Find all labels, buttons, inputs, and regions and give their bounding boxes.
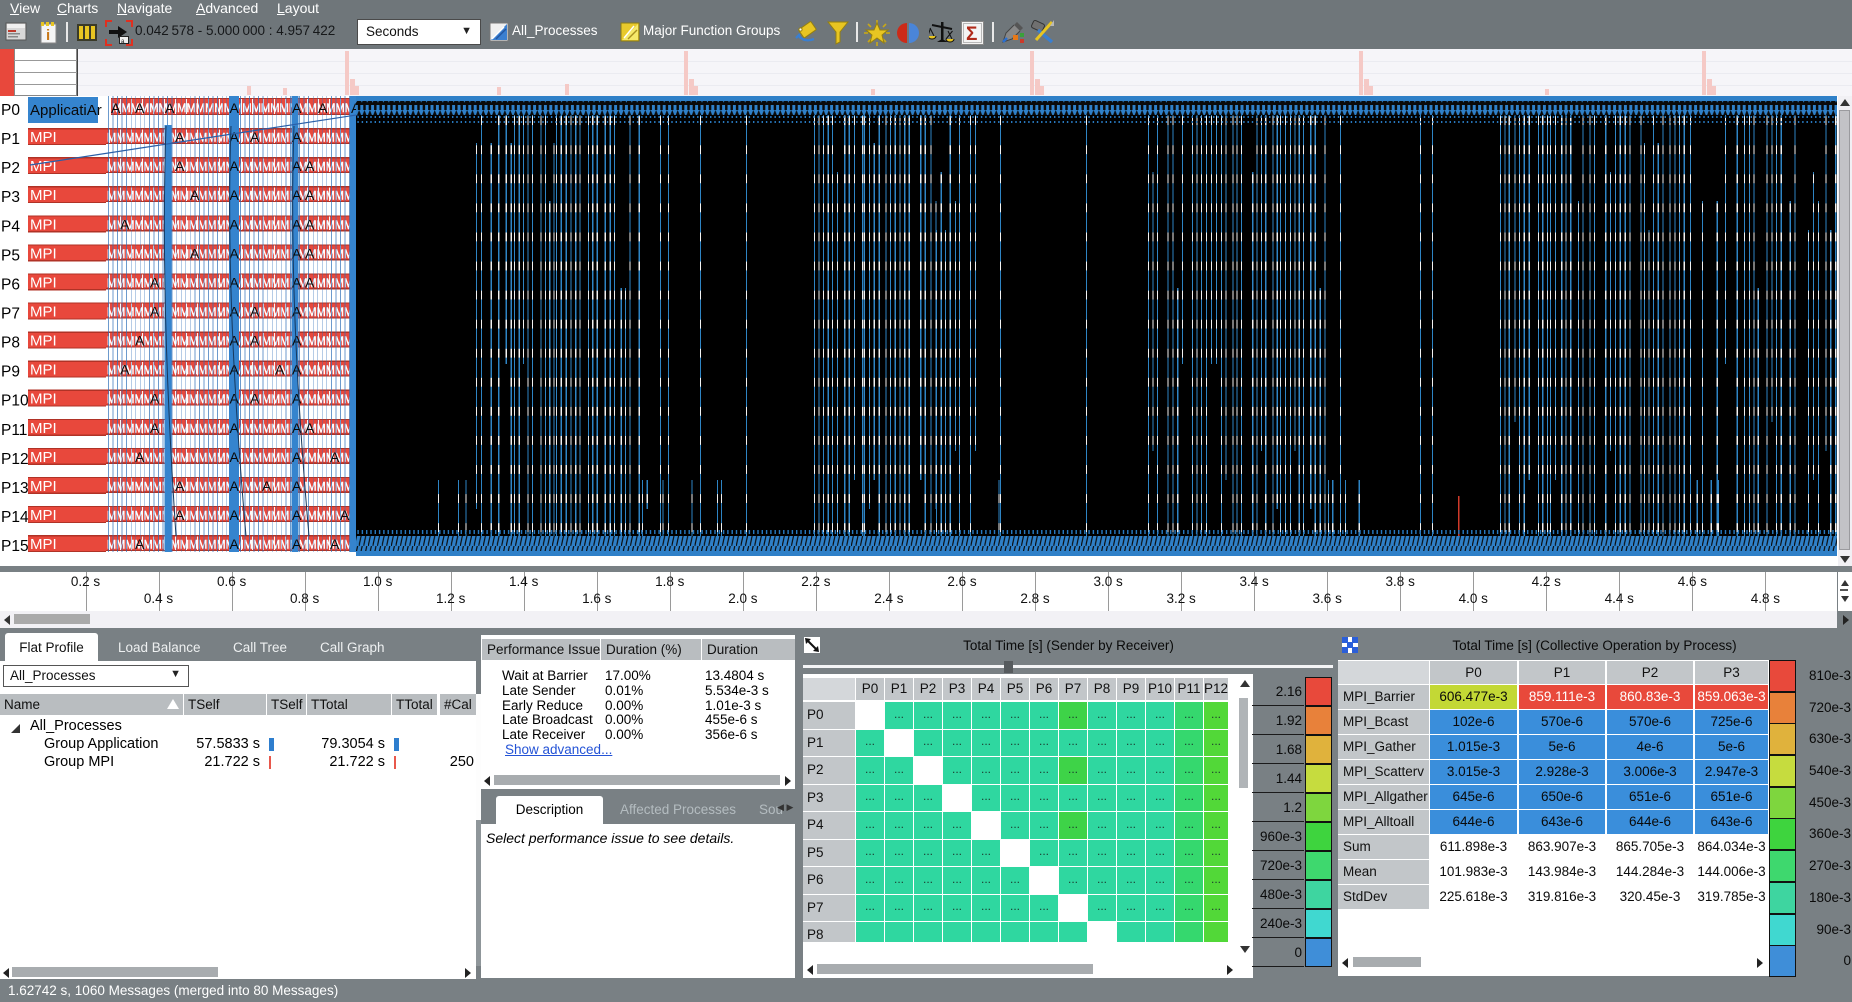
- svg-text:A: A: [305, 158, 315, 174]
- svg-text:A: A: [330, 449, 340, 465]
- svg-text:MPI: MPI: [30, 274, 57, 291]
- svg-text:MPI: MPI: [30, 129, 57, 146]
- svg-text:A: A: [330, 536, 340, 552]
- svg-text:P3: P3: [1, 189, 20, 206]
- svg-text:A: A: [230, 391, 240, 407]
- svg-text:P7: P7: [1, 306, 20, 323]
- svg-text:A: A: [292, 333, 302, 349]
- svg-text:P14: P14: [1, 509, 29, 526]
- svg-text:A: A: [250, 333, 260, 349]
- svg-text:P1: P1: [1, 131, 20, 148]
- svg-text:A: A: [292, 507, 302, 523]
- svg-text:MPI: MPI: [30, 536, 57, 553]
- svg-text:A: A: [292, 449, 302, 465]
- svg-text:P11: P11: [1, 422, 27, 439]
- svg-text:A: A: [135, 100, 145, 116]
- svg-text:A: A: [150, 274, 160, 290]
- svg-text:Σ: Σ: [966, 24, 977, 45]
- svg-text:A: A: [230, 478, 240, 494]
- svg-text:MPI: MPI: [30, 420, 57, 437]
- svg-text:A: A: [292, 100, 302, 116]
- svg-text:A: A: [305, 187, 315, 203]
- svg-text:MPI: MPI: [30, 187, 57, 204]
- svg-text:A: A: [305, 216, 315, 232]
- svg-text:A: A: [150, 420, 160, 436]
- svg-text:P10: P10: [1, 393, 29, 410]
- svg-text:MPI: MPI: [30, 216, 57, 233]
- svg-text:A: A: [135, 536, 145, 552]
- svg-text:A: A: [230, 187, 240, 203]
- svg-text:A: A: [262, 478, 272, 494]
- svg-text:MPI: MPI: [30, 245, 57, 262]
- svg-text:A: A: [230, 536, 240, 552]
- svg-text:A: A: [230, 507, 240, 523]
- svg-text:MPI: MPI: [30, 449, 57, 466]
- svg-text:A: A: [250, 391, 260, 407]
- svg-text:A: A: [135, 333, 145, 349]
- svg-text:A: A: [230, 449, 240, 465]
- svg-text:MPI: MPI: [30, 304, 57, 321]
- svg-text:A: A: [292, 391, 302, 407]
- svg-text:A: A: [292, 187, 302, 203]
- svg-text:A: A: [190, 187, 200, 203]
- svg-text:P13: P13: [1, 480, 29, 497]
- svg-text:MPI: MPI: [30, 333, 57, 350]
- svg-text:A: A: [292, 216, 302, 232]
- svg-text:A: A: [230, 245, 240, 261]
- svg-text:A: A: [292, 304, 302, 320]
- svg-text:P15: P15: [1, 538, 29, 555]
- svg-text:A: A: [135, 449, 145, 465]
- svg-text:P2: P2: [1, 160, 20, 177]
- svg-text:A: A: [150, 391, 160, 407]
- svg-text:A: A: [230, 216, 240, 232]
- svg-text:i: i: [46, 27, 50, 44]
- svg-text:P5: P5: [1, 247, 20, 264]
- svg-text:MPI: MPI: [30, 362, 57, 379]
- svg-text:A: A: [292, 536, 302, 552]
- svg-text:A: A: [175, 158, 185, 174]
- svg-text:MPI: MPI: [30, 391, 57, 408]
- svg-text:P6: P6: [1, 276, 20, 293]
- svg-text:A: A: [230, 100, 240, 116]
- svg-text:P12: P12: [1, 451, 29, 468]
- svg-text:A: A: [305, 274, 315, 290]
- svg-text:MPI: MPI: [30, 507, 57, 524]
- svg-text:P9: P9: [1, 364, 20, 381]
- svg-text:A: A: [150, 304, 160, 320]
- svg-text:A: A: [305, 245, 315, 261]
- svg-text:P4: P4: [1, 218, 20, 235]
- svg-text:ApplicatiAr: ApplicatiAr: [30, 102, 102, 119]
- svg-text:A: A: [230, 333, 240, 349]
- svg-text:A: A: [305, 420, 315, 436]
- svg-text:A: A: [292, 478, 302, 494]
- svg-text:MPI: MPI: [30, 158, 57, 175]
- svg-text:P0: P0: [1, 102, 20, 119]
- svg-text:A: A: [275, 362, 285, 378]
- svg-text:A: A: [120, 216, 130, 232]
- svg-text:A: A: [340, 507, 350, 523]
- svg-text:MPI: MPI: [30, 478, 57, 495]
- svg-text:A: A: [175, 507, 185, 523]
- svg-text:A: A: [120, 362, 130, 378]
- svg-text:A: A: [175, 478, 185, 494]
- svg-text:A: A: [318, 100, 328, 116]
- svg-text:A: A: [111, 100, 121, 116]
- svg-text:A: A: [250, 304, 260, 320]
- svg-text:A: A: [165, 100, 175, 116]
- svg-text:P8: P8: [1, 335, 20, 352]
- svg-text:A: A: [190, 245, 200, 261]
- svg-text:A: A: [230, 158, 240, 174]
